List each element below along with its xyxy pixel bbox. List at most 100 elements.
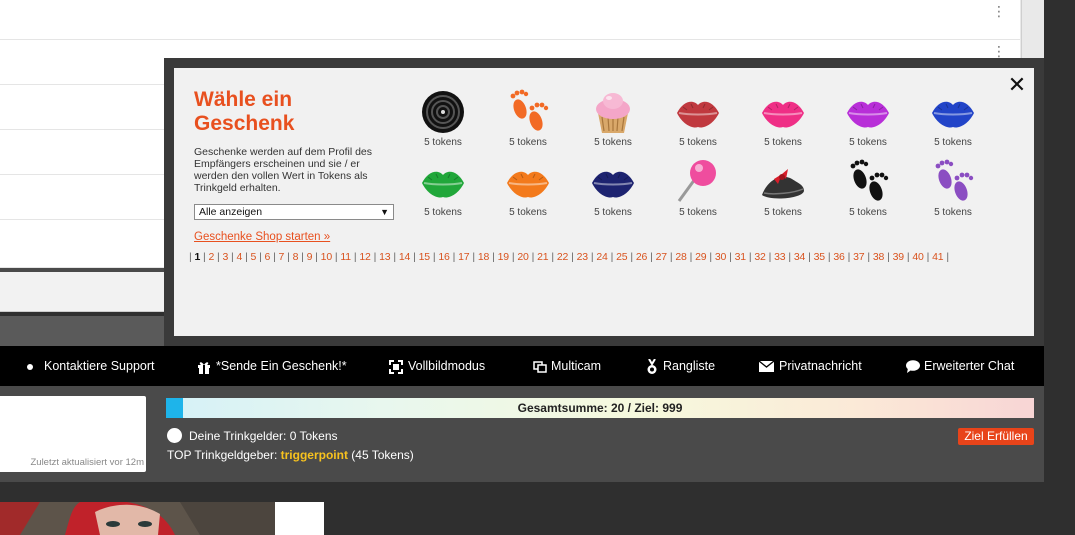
envelope-icon <box>759 361 774 373</box>
dropdown-arrow-icon: ▼ <box>380 207 389 217</box>
page-link[interactable]: 27 <box>656 251 668 263</box>
gift-price-label: 5 tokens <box>424 207 462 218</box>
gift-item[interactable]: 5 tokens <box>575 87 645 151</box>
page-link[interactable]: 35 <box>814 251 826 263</box>
status-dot-icon <box>167 427 182 443</box>
page-link[interactable]: 28 <box>675 251 687 263</box>
page-link[interactable]: 14 <box>399 251 411 263</box>
multicam-button[interactable]: Multicam <box>533 346 601 386</box>
gift-price-label: 5 tokens <box>424 137 462 148</box>
gift-item[interactable]: 5 tokens <box>915 157 985 221</box>
goal-progress-text: Gesamtsumme: 20 / Ziel: 999 <box>517 401 683 415</box>
gift-item[interactable]: 5 tokens <box>830 157 900 221</box>
page-link[interactable]: 18 <box>478 251 490 263</box>
page-link[interactable]: 6 <box>265 251 271 263</box>
page-link[interactable]: 13 <box>379 251 391 263</box>
gift-item[interactable]: 5 tokens <box>660 87 730 151</box>
contact-support-label: Kontaktiere Support <box>44 359 155 373</box>
page-link[interactable]: 32 <box>754 251 766 263</box>
more-options-icon[interactable]: ⋮ <box>992 4 1006 18</box>
page-link[interactable]: 40 <box>912 251 924 263</box>
gift-filter-select[interactable]: Alle anzeigen ▼ <box>194 204 394 220</box>
multicam-icon <box>533 360 547 373</box>
page-link[interactable]: 26 <box>636 251 648 263</box>
fullscreen-label: Vollbildmodus <box>408 359 486 373</box>
page-link[interactable]: 21 <box>537 251 549 263</box>
top-tipper-name[interactable]: triggerpoint <box>281 448 348 462</box>
page-link[interactable]: 16 <box>438 251 450 263</box>
chat-bubble-icon <box>906 360 920 374</box>
page-link[interactable]: 20 <box>517 251 529 263</box>
page-link[interactable]: 24 <box>596 251 608 263</box>
your-tips: Deine Trinkgelder: 0 Tokens <box>167 427 338 444</box>
fullscreen-icon <box>389 359 403 374</box>
goal-progress-bar: Gesamtsumme: 20 / Ziel: 999 <box>166 398 1034 418</box>
gift-item[interactable]: 5 tokens <box>405 87 475 151</box>
private-message-button[interactable]: Privatnachricht <box>759 346 862 386</box>
gift-item[interactable]: 5 tokens <box>660 157 730 221</box>
page-link[interactable]: 39 <box>893 251 905 263</box>
extended-chat-button[interactable]: Erweiterter Chat <box>906 346 1014 386</box>
page-link[interactable]: 38 <box>873 251 885 263</box>
page-link[interactable]: 4 <box>237 251 243 263</box>
gift-item[interactable]: 5 tokens <box>745 157 815 221</box>
page-link[interactable]: 12 <box>359 251 371 263</box>
page-link[interactable]: 37 <box>853 251 865 263</box>
page-link[interactable]: 36 <box>833 251 845 263</box>
gift-item[interactable]: 5 tokens <box>490 87 560 151</box>
gift-item[interactable]: 5 tokens <box>575 157 645 221</box>
shoe-bow-icon <box>762 169 804 199</box>
page-link[interactable]: 10 <box>321 251 333 263</box>
page-link[interactable]: 5 <box>251 251 257 263</box>
info-box: Zuletzt aktualisiert vor 12m <box>0 396 146 472</box>
page-link[interactable]: 25 <box>616 251 628 263</box>
page-link[interactable]: 7 <box>279 251 285 263</box>
lollipop-icon <box>677 160 716 202</box>
page-link[interactable]: 11 <box>340 251 351 263</box>
licorice-wheel-icon <box>422 91 464 133</box>
filter-selected-value: Alle anzeigen <box>199 206 263 218</box>
gift-item[interactable]: 5 tokens <box>490 157 560 221</box>
gift-item[interactable]: 5 tokens <box>915 87 985 151</box>
gift-icon <box>198 361 210 374</box>
page-link[interactable]: 9 <box>307 251 313 263</box>
page-link[interactable]: 19 <box>498 251 510 263</box>
page-link[interactable]: 23 <box>577 251 589 263</box>
gift-price-label: 5 tokens <box>849 207 887 218</box>
page-link[interactable]: 8 <box>293 251 299 263</box>
page-link[interactable]: 31 <box>735 251 747 263</box>
performer-thumbnail[interactable] <box>0 502 275 535</box>
page-link[interactable]: 34 <box>794 251 806 263</box>
bullet-icon <box>27 363 33 370</box>
send-gift-label: *Sende Ein Geschenk!* <box>216 359 347 373</box>
close-icon[interactable]: ✕ <box>1006 74 1028 96</box>
private-message-label: Privatnachricht <box>779 359 862 373</box>
fulfill-goal-button[interactable]: Ziel Erfüllen <box>958 428 1034 445</box>
orange-footprints-icon <box>510 89 549 131</box>
page-link[interactable]: 41 <box>932 251 944 263</box>
gift-item[interactable]: 5 tokens <box>830 87 900 151</box>
gift-shop-link[interactable]: Geschenke Shop starten » <box>194 231 330 243</box>
page-link[interactable]: 30 <box>715 251 727 263</box>
page-link[interactable]: 1 <box>194 251 200 263</box>
list-item[interactable]: ⋮ <box>0 0 1020 40</box>
page-link[interactable]: 22 <box>557 251 569 263</box>
medal-icon <box>647 358 657 374</box>
contact-support-button[interactable]: Kontaktiere Support <box>27 346 155 386</box>
more-options-icon[interactable]: ⋮ <box>992 44 1006 58</box>
fullscreen-button[interactable]: Vollbildmodus <box>389 346 485 386</box>
gift-price-label: 5 tokens <box>594 207 632 218</box>
page-link[interactable]: 17 <box>458 251 470 263</box>
page-link[interactable]: 2 <box>208 251 214 263</box>
gift-price-label: 5 tokens <box>679 137 717 148</box>
gift-price-label: 5 tokens <box>509 137 547 148</box>
gift-item[interactable]: 5 tokens <box>405 157 475 221</box>
page-link[interactable]: 15 <box>419 251 431 263</box>
ranking-button[interactable]: Rangliste <box>646 346 715 386</box>
page-link[interactable]: 33 <box>774 251 786 263</box>
page-link[interactable]: 29 <box>695 251 707 263</box>
send-gift-button[interactable]: *Sende Ein Geschenk!* <box>197 346 347 386</box>
gift-item[interactable]: 5 tokens <box>745 87 815 151</box>
page-link[interactable]: 3 <box>222 251 228 263</box>
gift-price-label: 5 tokens <box>509 207 547 218</box>
